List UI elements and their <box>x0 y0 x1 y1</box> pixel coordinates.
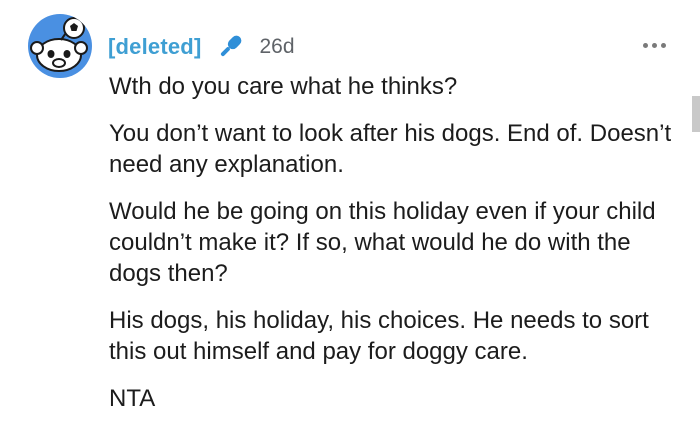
more-options-icon <box>642 42 648 48</box>
username-link[interactable]: [deleted] <box>108 34 201 60</box>
comment-paragraph: His dogs, his holiday, his choices. He n… <box>109 307 649 365</box>
comment: [deleted] 26d Wth do you care what he th… <box>0 0 700 448</box>
comment-paragraph: You don’t want to look after his dogs. E… <box>109 120 672 178</box>
more-options-button[interactable] <box>636 30 672 60</box>
more-options-dot <box>651 42 657 48</box>
comment-paragraph: Wth do you care what he thinks? <box>109 73 458 100</box>
comment-paragraph: NTA <box>109 385 156 412</box>
comment-paragraph: Would he be going on this holiday even i… <box>109 198 656 287</box>
comment-body: Wth do you care what he thinks? You don’… <box>109 71 679 430</box>
more-options-dot <box>660 42 666 48</box>
comment-header: [deleted] 26d <box>108 30 295 64</box>
snoo-avatar-icon[interactable] <box>28 14 92 78</box>
microphone-icon <box>215 32 245 62</box>
comment-timestamp: 26d <box>259 35 295 58</box>
scrollbar-thumb[interactable] <box>692 96 700 132</box>
